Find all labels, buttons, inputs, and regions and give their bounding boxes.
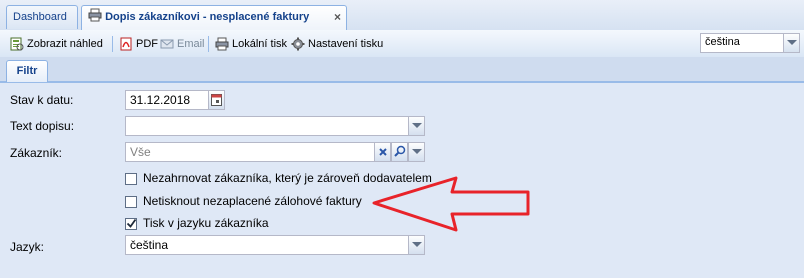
search-icon	[394, 145, 406, 160]
preview-label: Zobrazit náhled	[27, 38, 103, 50]
printer-icon	[88, 8, 102, 22]
chevron-down-icon	[787, 40, 797, 45]
tab-filtr-label: Filtr	[16, 65, 38, 77]
zakaznik-trigger[interactable]	[408, 142, 425, 162]
email-icon	[160, 37, 174, 51]
toolbar-separator	[112, 36, 113, 52]
checkmark-icon	[126, 218, 137, 232]
cb-exclude-supplier[interactable]	[125, 173, 137, 185]
stav-date-field[interactable]: 31.12.2018	[125, 90, 225, 110]
local-print-label: Lokální tisk	[232, 38, 288, 50]
zakaznik-combo[interactable]: Vše	[125, 142, 425, 162]
close-icon[interactable]: ×	[334, 6, 341, 28]
clear-icon	[378, 146, 388, 160]
stav-date-value: 31.12.2018	[130, 93, 191, 107]
tab-filtr[interactable]: Filtr	[6, 60, 48, 82]
toolbar-language-trigger[interactable]	[783, 33, 800, 53]
chevron-down-icon	[412, 242, 422, 247]
chevron-down-icon	[412, 149, 422, 154]
toolbar-language-select[interactable]: čeština	[700, 33, 800, 53]
tab-customer-letter-label: Dopis zákazníkovi - nesplacené faktury	[105, 11, 310, 23]
jazyk-label: Jazyk:	[10, 240, 45, 254]
text-dopisu-label: Text dopisu:	[10, 119, 75, 133]
pdf-button[interactable]: PDF	[119, 36, 158, 52]
filter-tab-strip	[0, 57, 804, 83]
toolbar-separator	[208, 36, 209, 52]
print-settings-button[interactable]: Nastavení tisku	[291, 36, 383, 52]
pdf-icon	[119, 37, 133, 51]
stav-label: Stav k datu:	[10, 93, 74, 107]
gear-icon	[291, 37, 305, 51]
clear-button[interactable]	[374, 142, 391, 162]
zakaznik-label: Zákazník:	[10, 146, 63, 160]
pdf-label: PDF	[136, 38, 158, 50]
tab-dashboard-label: Dashboard	[13, 11, 67, 23]
tab-customer-letter[interactable]: Dopis zákazníkovi - nesplacené faktury ×	[81, 5, 347, 31]
printer-icon	[215, 37, 229, 51]
search-button[interactable]	[391, 142, 408, 162]
zakaznik-placeholder: Vše	[130, 145, 151, 159]
preview-icon	[10, 37, 24, 51]
calendar-icon	[211, 93, 222, 109]
text-dopisu-select[interactable]	[125, 116, 425, 136]
email-label: Email	[177, 38, 205, 50]
preview-button[interactable]: Zobrazit náhled	[10, 36, 103, 52]
cb-customer-language-label: Tisk v jazyku zákazníka	[143, 216, 269, 230]
chevron-down-icon	[412, 123, 422, 128]
cb-skip-advance-invoices-label: Netisknout nezaplacené zálohové faktury	[143, 194, 362, 208]
cb-skip-advance-invoices[interactable]	[125, 196, 137, 208]
date-picker-button[interactable]	[208, 90, 225, 110]
local-print-button[interactable]: Lokální tisk	[215, 36, 287, 52]
email-button[interactable]: Email	[160, 36, 205, 52]
cb-customer-language[interactable]	[125, 218, 137, 230]
print-settings-label: Nastavení tisku	[308, 38, 384, 50]
text-dopisu-trigger[interactable]	[408, 116, 425, 136]
toolbar-language-value: čeština	[705, 36, 740, 48]
annotation-arrow-icon	[372, 176, 530, 232]
jazyk-value: čeština	[130, 238, 169, 252]
tab-dashboard[interactable]: Dashboard	[6, 5, 78, 29]
